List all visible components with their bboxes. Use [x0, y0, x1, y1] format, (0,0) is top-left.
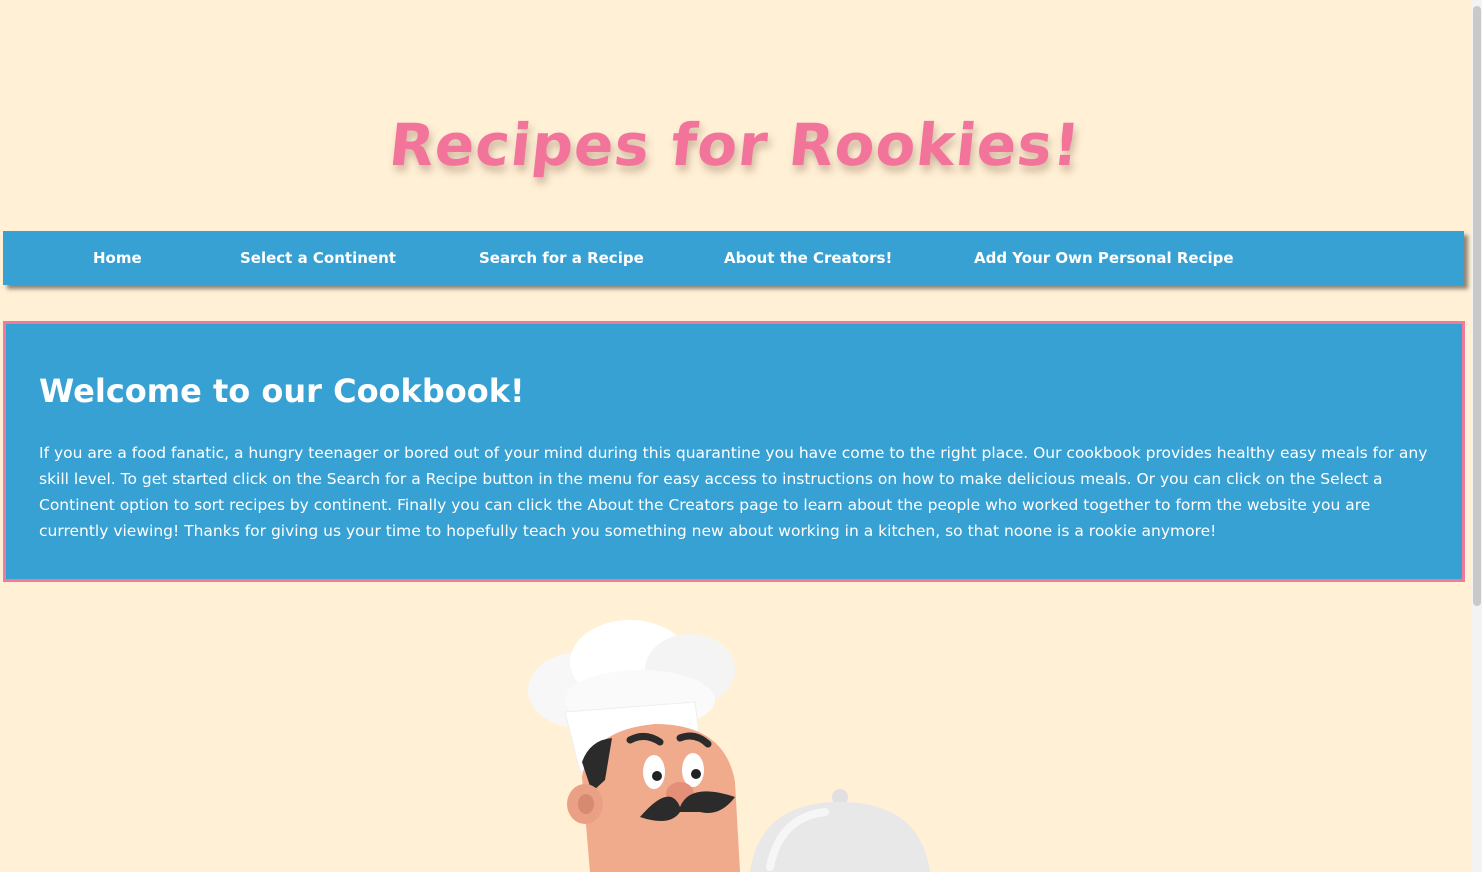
nav-item-home[interactable]: Home [93, 231, 142, 285]
page-scrollbar[interactable] [1472, 0, 1482, 872]
nav-item-add-recipe[interactable]: Add Your Own Personal Recipe [974, 231, 1234, 285]
serving-cloche-icon [750, 789, 930, 872]
chef-face-icon [567, 724, 740, 872]
scrollbar-thumb[interactable] [1473, 6, 1481, 606]
nav-item-select-continent[interactable]: Select a Continent [240, 231, 396, 285]
main-navbar: Home Select a Continent Search for a Rec… [3, 231, 1464, 285]
welcome-heading: Welcome to our Cookbook! [39, 372, 525, 410]
page-title: Recipes for Rookies! [386, 110, 1084, 179]
welcome-text: If you are a food fanatic, a hungry teen… [39, 444, 1428, 540]
chef-illustration [528, 620, 930, 872]
nav-item-search-recipe[interactable]: Search for a Recipe [479, 231, 644, 285]
welcome-panel: Welcome to our Cookbook! If you are a fo… [3, 321, 1465, 582]
nav-item-about-creators[interactable]: About the Creators! [724, 231, 892, 285]
